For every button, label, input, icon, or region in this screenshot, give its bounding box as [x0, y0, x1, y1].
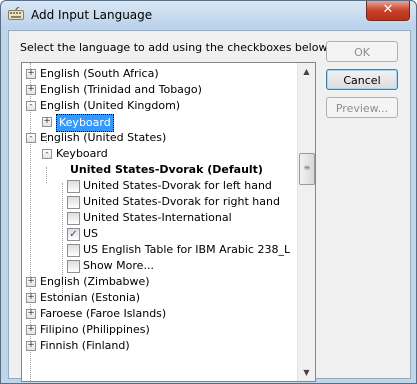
expand-plus-icon[interactable]: +: [26, 69, 36, 79]
language-checkbox[interactable]: [67, 260, 80, 273]
tree-item-label: Show More...: [83, 259, 154, 272]
add-input-language-dialog: Add Input Language ✕ Select the language…: [0, 0, 417, 384]
language-checkbox[interactable]: [67, 244, 80, 257]
dialog-client-area: Select the language to add using the che…: [8, 30, 411, 382]
expand-plus-icon[interactable]: +: [26, 309, 36, 319]
language-checkbox[interactable]: [67, 196, 80, 209]
collapse-minus-icon[interactable]: -: [42, 149, 52, 159]
tree-item-label: Filipino (Philippines): [40, 323, 150, 336]
language-checkbox[interactable]: [67, 212, 80, 225]
scroll-down-arrow-icon[interactable]: ▼: [298, 364, 315, 381]
instruction-text: Select the language to add using the che…: [20, 41, 330, 54]
tree-item-label: United States-Dvorak for left hand: [83, 179, 272, 192]
preview-button[interactable]: Preview...: [326, 97, 398, 118]
scroll-up-arrow-icon[interactable]: ▲: [298, 63, 315, 80]
tree-item-label: United States-Dvorak for right hand: [83, 195, 280, 208]
expand-plus-icon[interactable]: +: [26, 277, 36, 287]
tree-item-label: Estonian (Estonia): [40, 291, 141, 304]
expand-plus-icon[interactable]: +: [26, 325, 36, 335]
expand-plus-icon[interactable]: +: [42, 117, 52, 127]
collapse-minus-icon[interactable]: -: [26, 133, 36, 143]
tree-item-label: English (Zimbabwe): [40, 275, 150, 288]
cancel-button[interactable]: Cancel: [326, 69, 398, 90]
collapse-minus-icon[interactable]: -: [26, 101, 36, 111]
tree-rows: + English (South Africa) + English (Trinida…: [22, 63, 299, 381]
tree-item-label: US English Table for IBM Arabic 238_L: [83, 243, 291, 256]
tree-item-label: English (South Africa): [40, 67, 159, 80]
tree-item-label: English (Trinidad and Tobago): [40, 83, 202, 96]
tree-item-label: United States-Dvorak (Default): [70, 163, 263, 176]
expand-plus-icon[interactable]: +: [26, 85, 36, 95]
vertical-scrollbar[interactable]: ▲ ≡ ▼: [297, 63, 315, 381]
tree-connector: [46, 167, 47, 183]
expand-plus-icon[interactable]: +: [26, 341, 36, 351]
scroll-thumb[interactable]: ≡: [299, 153, 315, 185]
tree-item-label: Finnish (Finland): [40, 339, 130, 352]
window-title: Add Input Language: [31, 8, 153, 22]
expand-plus-icon[interactable]: +: [26, 293, 36, 303]
language-tree[interactable]: + English (South Africa) + English (Trinida…: [21, 62, 316, 382]
title-bar: Add Input Language ✕: [1, 1, 416, 29]
language-checkbox[interactable]: ✓: [67, 228, 80, 241]
tree-item-label: Faroese (Faroe Islands): [40, 307, 167, 320]
tree-item-label: Keyboard: [56, 147, 108, 160]
tree-item-label: United States-International: [83, 211, 232, 224]
close-button[interactable]: ✕: [366, 1, 410, 21]
tree-item-label: US: [83, 227, 99, 240]
language-checkbox[interactable]: [67, 180, 80, 193]
keyboard-app-icon: [8, 7, 24, 20]
ok-button[interactable]: OK: [326, 41, 398, 62]
tree-item-label: English (United States): [40, 131, 167, 144]
tree-item-label: English (United Kingdom): [40, 99, 181, 112]
